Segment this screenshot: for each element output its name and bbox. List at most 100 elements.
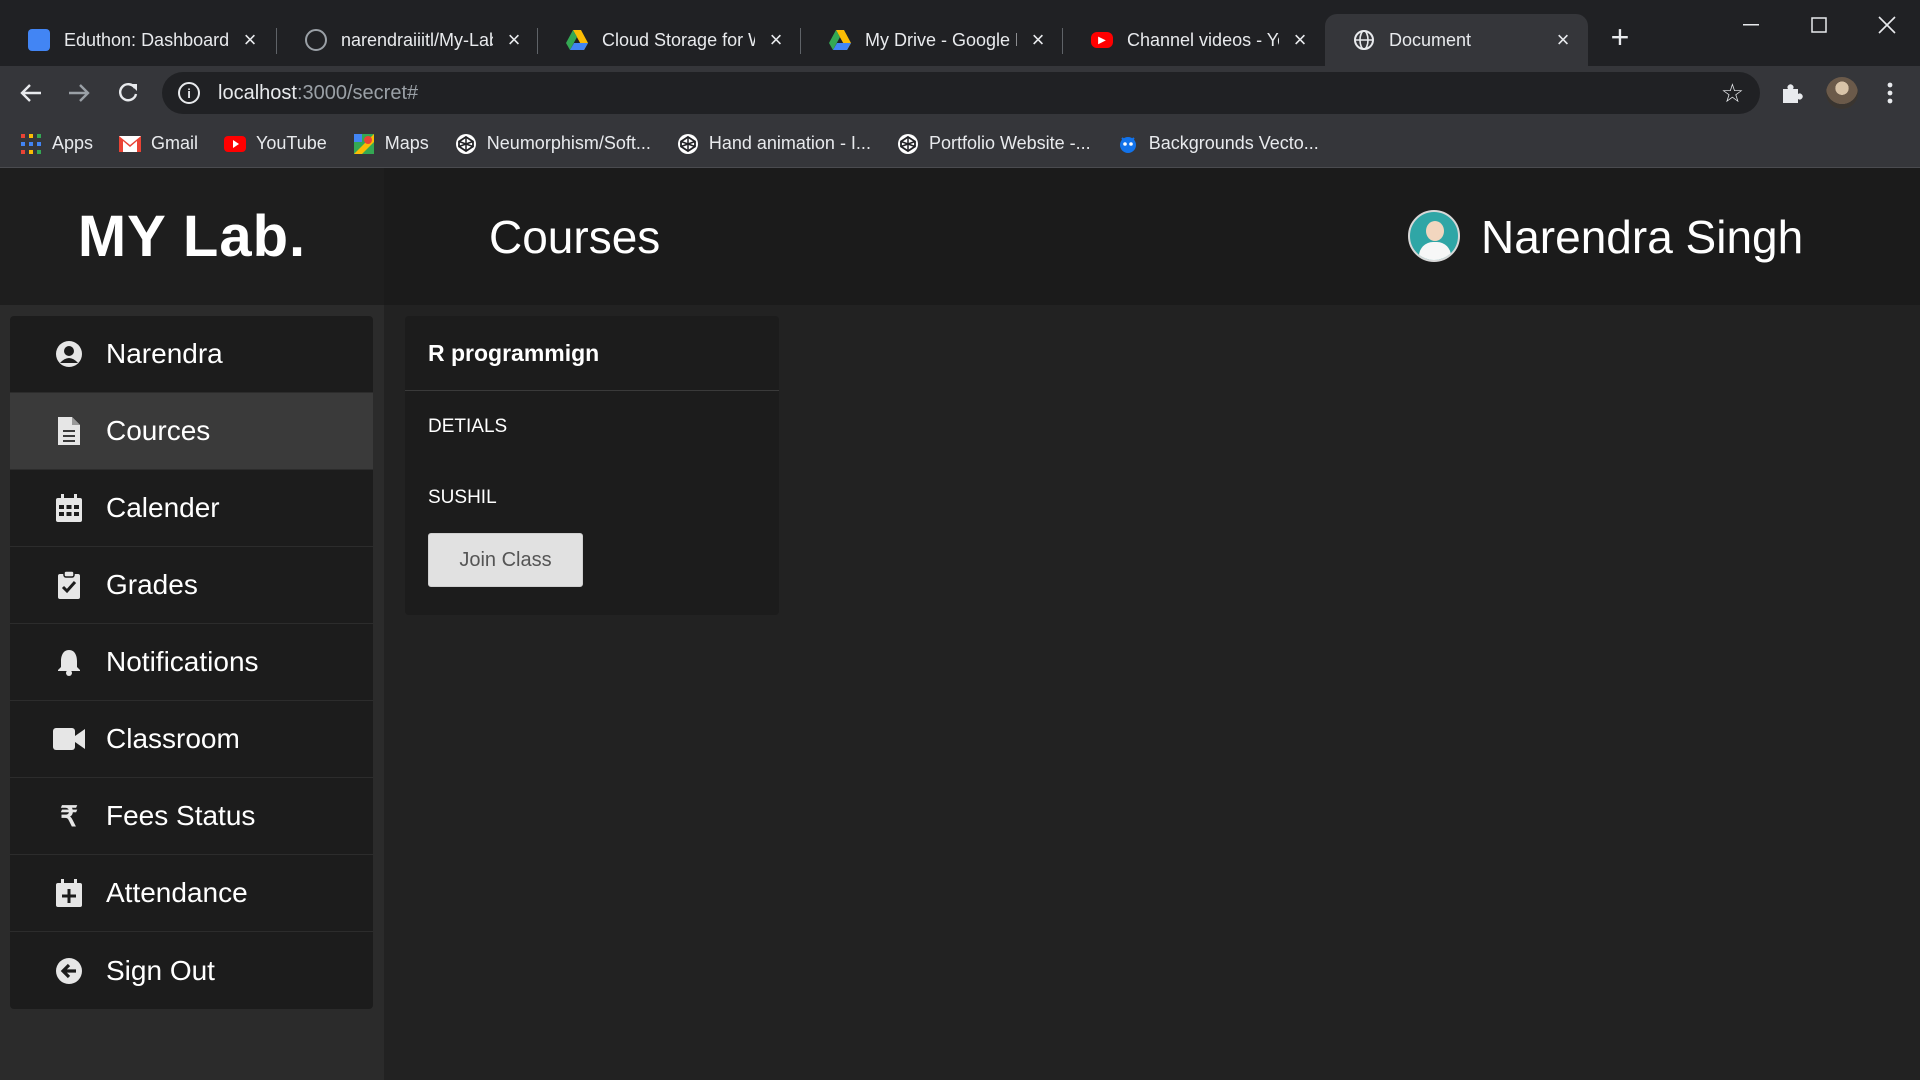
eduthon-icon (28, 29, 50, 51)
sidebar-item-sign-out[interactable]: Sign Out (10, 932, 373, 1009)
page-title: Courses (489, 211, 661, 263)
minimize-button[interactable] (1733, 10, 1769, 40)
arrow-left-icon (20, 84, 41, 102)
bookmark-label: Maps (384, 133, 429, 153)
course-card-header: R programmign (405, 316, 779, 391)
app-header: MY Lab. Courses Narendra Singh (0, 168, 1920, 305)
close-icon[interactable]: × (765, 27, 787, 52)
course-details-label: DETIALS (428, 416, 508, 437)
close-window-button[interactable] (1869, 10, 1905, 40)
bookmark-hand-animation[interactable]: Hand animation - I... (677, 133, 871, 155)
maps-icon (353, 133, 375, 155)
youtube-icon: ▶ (1091, 32, 1113, 48)
forward-button[interactable] (62, 76, 96, 110)
close-icon[interactable]: × (1552, 27, 1574, 52)
youtube-icon (224, 133, 247, 155)
tab-title: Eduthon: Dashboard (64, 29, 229, 50)
sidebar-item-courses[interactable]: Cources (10, 393, 373, 470)
browser-tab-bar: Eduthon: Dashboard × narendraiiitl/My-La… (0, 0, 1920, 66)
arrow-circle-left-icon (52, 954, 86, 988)
course-card: R programmign DETIALS SUSHIL Join Class (405, 316, 779, 615)
google-drive-icon (566, 29, 588, 51)
video-camera-icon (52, 722, 86, 756)
url-host: localhost (218, 81, 297, 104)
close-icon[interactable]: × (1289, 27, 1311, 52)
freepik-icon (1117, 133, 1139, 155)
sidebar-item-label: Grades (106, 569, 198, 600)
bookmark-backgrounds[interactable]: Backgrounds Vecto... (1117, 133, 1319, 155)
tab-title: Channel videos - You (1127, 29, 1279, 50)
sidebar-item-label: Calender (106, 492, 220, 523)
bookmark-maps[interactable]: Maps (353, 133, 429, 155)
extensions-puzzle-icon[interactable] (1777, 78, 1807, 108)
browser-profile-avatar[interactable] (1826, 77, 1858, 109)
sidebar-item-notifications[interactable]: Notifications (10, 624, 373, 701)
codepen-icon (897, 133, 919, 155)
bookmark-label: Portfolio Website -... (928, 133, 1091, 153)
reload-button[interactable] (111, 76, 145, 110)
sidebar-item-label: Sign Out (106, 954, 215, 986)
browser-tab-eduthon[interactable]: Eduthon: Dashboard × (0, 14, 275, 66)
back-button[interactable] (14, 76, 48, 110)
github-icon (305, 29, 327, 51)
close-icon[interactable]: × (1027, 27, 1049, 52)
browser-tab-cloud-storage[interactable]: Cloud Storage for W × (538, 14, 801, 66)
user-avatar[interactable] (1408, 210, 1460, 262)
bookmark-label: YouTube (256, 133, 327, 153)
bookmark-label: Gmail (151, 133, 199, 153)
address-bar[interactable]: i localhost:3000/secret# ☆ (162, 72, 1760, 114)
sidebar-item-label: Notifications (106, 646, 259, 677)
tab-title: Cloud Storage for W (602, 29, 755, 50)
url-path: :3000/secret# (296, 81, 419, 104)
bookmark-star-icon[interactable]: ☆ (1721, 78, 1744, 109)
sidebar-item-fees[interactable]: ₹ Fees Status (10, 778, 373, 855)
calendar-icon (52, 491, 86, 525)
sidebar-item-label: Cources (106, 415, 211, 446)
calendar-plus-icon (52, 876, 86, 910)
new-tab-button[interactable]: + (1605, 21, 1635, 53)
sidebar-item-profile[interactable]: Narendra (10, 316, 373, 393)
avatar-head (1426, 221, 1444, 241)
browser-toolbar: i localhost:3000/secret# ☆ (0, 66, 1920, 120)
tab-title: narendraiiitl/My-Lab (341, 29, 493, 50)
browser-tab-github[interactable]: narendraiiitl/My-Lab × (277, 14, 539, 66)
avatar-body (1419, 242, 1451, 260)
app-logo[interactable]: MY Lab. (78, 203, 306, 270)
close-icon[interactable]: × (239, 27, 261, 52)
globe-icon (1353, 29, 1375, 51)
sidebar-item-grades[interactable]: Grades (10, 547, 373, 624)
browser-tab-my-drive[interactable]: My Drive - Google D × (801, 14, 1063, 66)
course-teacher: SUSHIL (428, 487, 497, 508)
bookmark-apps[interactable]: Apps (20, 133, 93, 155)
maximize-button[interactable] (1801, 10, 1837, 40)
gmail-icon (119, 133, 142, 155)
bookmark-label: Hand animation - I... (708, 133, 871, 153)
sidebar-item-label: Fees Status (106, 800, 256, 831)
bookmark-gmail[interactable]: Gmail (119, 133, 198, 155)
sidebar-item-classroom[interactable]: Classroom (10, 701, 373, 778)
info-icon[interactable]: i (178, 82, 200, 104)
bookmark-label: Apps (52, 133, 94, 153)
browser-tab-youtube[interactable]: ▶ Channel videos - You × (1063, 14, 1325, 66)
apps-grid-icon (20, 133, 42, 155)
user-name[interactable]: Narendra Singh (1481, 210, 1803, 264)
tab-title: Document (1389, 29, 1472, 50)
sidebar-item-label: Classroom (106, 723, 240, 754)
close-icon[interactable]: × (503, 27, 525, 52)
browser-tab-document[interactable]: Document × (1325, 14, 1588, 66)
sidebar-item-label: Attendance (106, 877, 248, 908)
codepen-icon (677, 133, 699, 155)
rupee-icon: ₹ (60, 800, 78, 832)
sidebar-item-attendance[interactable]: Attendance (10, 855, 373, 932)
join-class-button[interactable]: Join Class (428, 533, 583, 587)
bell-icon (52, 645, 86, 679)
bookmark-label: Backgrounds Vecto... (1148, 133, 1319, 153)
sidebar-item-calendar[interactable]: Calender (10, 470, 373, 547)
bookmark-portfolio[interactable]: Portfolio Website -... (897, 133, 1091, 155)
bookmark-youtube[interactable]: YouTube (224, 133, 327, 155)
google-drive-icon (829, 29, 851, 51)
browser-menu-icon[interactable] (1875, 78, 1905, 108)
bookmark-neumorphism[interactable]: Neumorphism/Soft... (455, 133, 651, 155)
sidebar: Narendra Cources Calender Grades Notific… (10, 316, 373, 1009)
logo-area: MY Lab. (0, 168, 384, 305)
